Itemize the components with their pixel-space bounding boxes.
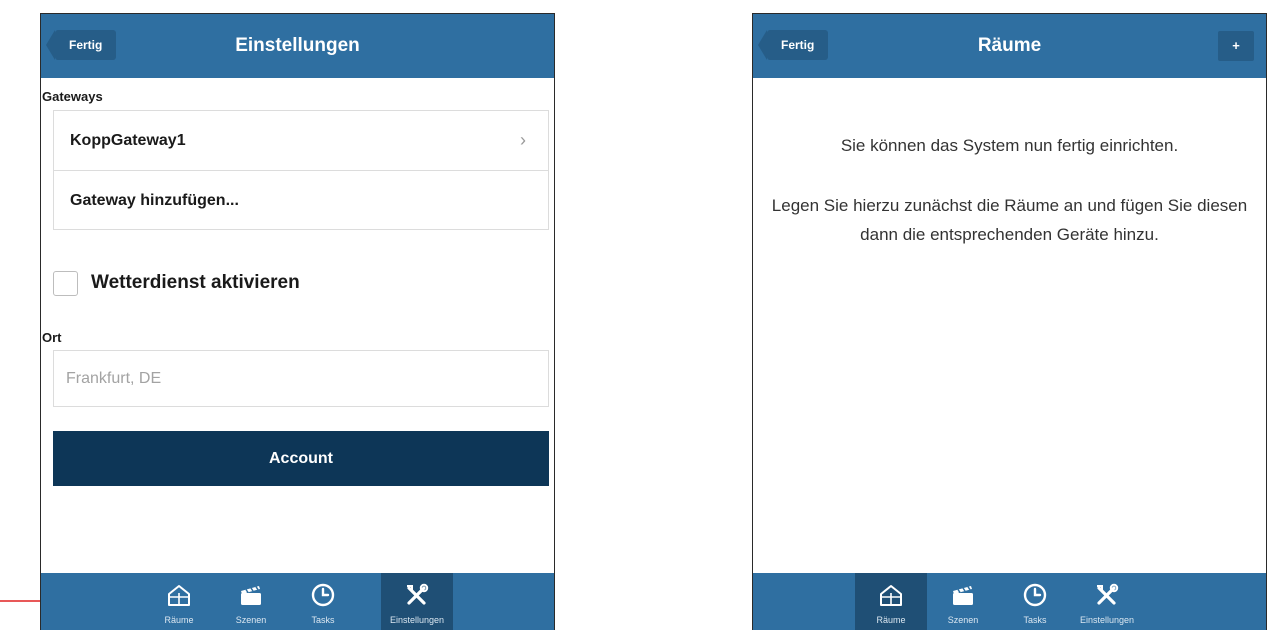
- rooms-screen: Räume Fertig + Sie können das System nun…: [752, 13, 1267, 630]
- clock-icon: [1023, 583, 1047, 607]
- gateways-section-label: Gateways: [42, 89, 103, 104]
- tab-scenes-label: Szenen: [947, 615, 979, 625]
- rooms-header: Räume Fertig +: [753, 14, 1266, 78]
- settings-header: Einstellungen Fertig: [41, 14, 554, 78]
- settings-screen: Einstellungen Fertig Gateways KoppGatewa…: [40, 13, 555, 630]
- tab-rooms[interactable]: Räume: [855, 573, 927, 630]
- location-section-label: Ort: [42, 330, 62, 345]
- tools-icon: [1097, 583, 1119, 605]
- done-button[interactable]: Fertig: [757, 30, 829, 60]
- chevron-right-icon: ›: [520, 130, 526, 150]
- tools-icon: [407, 583, 429, 605]
- gateway-item-label: KoppGateway1: [70, 132, 186, 149]
- tab-rooms[interactable]: Räume: [143, 573, 215, 630]
- add-gateway-item[interactable]: Gateway hinzufügen...: [54, 170, 548, 229]
- tab-scenes[interactable]: Szenen: [927, 573, 999, 630]
- weather-service-label: Wetterdienst aktivieren: [91, 272, 300, 293]
- gateway-item[interactable]: KoppGateway1 ›: [54, 111, 548, 170]
- tab-settings-label: Einstellungen: [1079, 615, 1135, 625]
- clock-icon: [311, 583, 335, 607]
- tab-tasks[interactable]: Tasks: [999, 573, 1071, 630]
- tab-tasks-label: Tasks: [311, 615, 335, 625]
- tab-bar: Räume Szenen Tasks Einstellungen: [41, 573, 554, 630]
- page-title: Einstellungen: [235, 35, 360, 56]
- house-icon: [880, 585, 902, 606]
- tab-settings[interactable]: Einstellungen: [381, 573, 453, 630]
- tab-bar: Räume Szenen Tasks Einstellungen: [753, 573, 1266, 630]
- tab-scenes-label: Szenen: [235, 615, 267, 625]
- add-gateway-label: Gateway hinzufügen...: [70, 192, 239, 209]
- tab-scenes[interactable]: Szenen: [215, 573, 287, 630]
- setup-instructions: Legen Sie hierzu zunächst die Räume an u…: [771, 196, 1248, 244]
- clapperboard-icon: [953, 586, 973, 605]
- page-title: Räume: [977, 35, 1042, 56]
- tab-rooms-label: Räume: [876, 615, 906, 625]
- setup-message: Sie können das System nun fertig einrich…: [840, 136, 1179, 155]
- tab-tasks-label: Tasks: [1023, 615, 1047, 625]
- tab-settings[interactable]: Einstellungen: [1071, 573, 1143, 630]
- tab-settings-label: Einstellungen: [389, 615, 445, 625]
- clapperboard-icon: [241, 586, 261, 605]
- add-room-button[interactable]: +: [1218, 31, 1254, 61]
- done-button[interactable]: Fertig: [45, 30, 117, 60]
- weather-service-checkbox[interactable]: [53, 271, 78, 296]
- gateway-list: KoppGateway1 › Gateway hinzufügen...: [53, 110, 549, 230]
- location-input[interactable]: [53, 350, 549, 407]
- house-icon: [168, 585, 190, 606]
- tab-rooms-label: Räume: [164, 615, 194, 625]
- account-button[interactable]: Account: [53, 431, 549, 486]
- tab-tasks[interactable]: Tasks: [287, 573, 359, 630]
